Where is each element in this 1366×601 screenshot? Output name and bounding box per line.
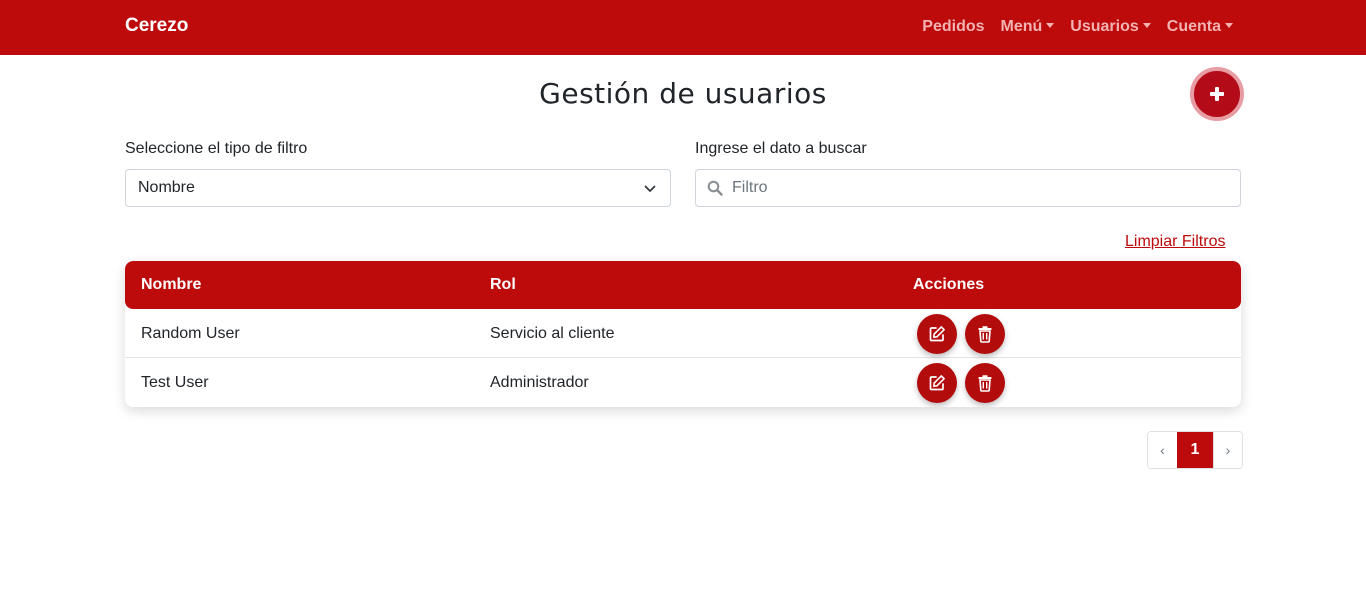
column-header-nombre: Nombre: [141, 276, 202, 293]
edit-user-button[interactable]: [917, 363, 957, 403]
caret-down-icon: [1225, 22, 1233, 28]
page-title: Gestión de usuarios: [539, 77, 827, 110]
edit-icon: [929, 326, 945, 342]
table-row: Test User Administrador: [125, 358, 1241, 407]
nav-item-usuarios[interactable]: Usuarios: [1070, 17, 1151, 37]
column-header-acciones: Acciones: [913, 276, 985, 293]
plus-icon: [1210, 87, 1224, 101]
pagination-page-1[interactable]: 1: [1177, 432, 1213, 468]
chevron-down-icon: [644, 185, 656, 192]
pagination-next-button[interactable]: ›: [1213, 432, 1242, 468]
filter-type-select[interactable]: Nombre: [125, 169, 671, 207]
nav-item-menu[interactable]: Menú: [1001, 17, 1055, 37]
search-label: Ingrese el dato a buscar: [695, 140, 867, 157]
pagination: ‹ 1 ›: [1147, 431, 1243, 469]
filter-type-label: Seleccione el tipo de filtro: [125, 140, 308, 157]
nav-item-label: Cuenta: [1166, 18, 1221, 35]
navbar: Cerezo Pedidos Menú Usuarios Cuenta: [0, 0, 1366, 55]
pagination-prev-button[interactable]: ‹: [1148, 432, 1177, 468]
trash-icon: [978, 326, 992, 343]
table-header: Nombre Rol Acciones: [125, 261, 1241, 309]
nav-item-label: Pedidos: [922, 18, 985, 35]
nav-item-pedidos[interactable]: Pedidos: [922, 17, 984, 37]
user-role-cell: Administrador: [490, 374, 589, 391]
nav-menu: Pedidos Menú Usuarios Cuenta: [922, 17, 1233, 37]
nav-item-label: Usuarios: [1070, 18, 1139, 35]
brand-logo[interactable]: Cerezo: [125, 14, 188, 38]
delete-user-button[interactable]: [965, 314, 1005, 354]
clear-filters-link[interactable]: Limpiar Filtros: [1125, 232, 1225, 252]
add-user-button[interactable]: [1190, 67, 1244, 121]
nav-item-cuenta[interactable]: Cuenta: [1167, 17, 1233, 37]
trash-icon: [978, 375, 992, 392]
column-header-rol: Rol: [490, 276, 516, 293]
users-table: Nombre Rol Acciones Random User Servicio…: [125, 261, 1241, 407]
table-row: Random User Servicio al cliente: [125, 309, 1241, 358]
filter-type-value: Nombre: [138, 179, 195, 196]
caret-down-icon: [1046, 22, 1055, 28]
edit-icon: [929, 375, 945, 391]
caret-down-icon: [1142, 22, 1151, 28]
nav-item-label: Menú: [1000, 18, 1043, 35]
user-name-cell: Test User: [141, 374, 209, 391]
edit-user-button[interactable]: [917, 314, 957, 354]
user-name-cell: Random User: [141, 325, 240, 342]
search-icon: [707, 180, 723, 196]
delete-user-button[interactable]: [965, 363, 1005, 403]
search-field: [695, 169, 1241, 207]
search-input[interactable]: [732, 170, 1232, 206]
user-role-cell: Servicio al cliente: [490, 325, 615, 342]
